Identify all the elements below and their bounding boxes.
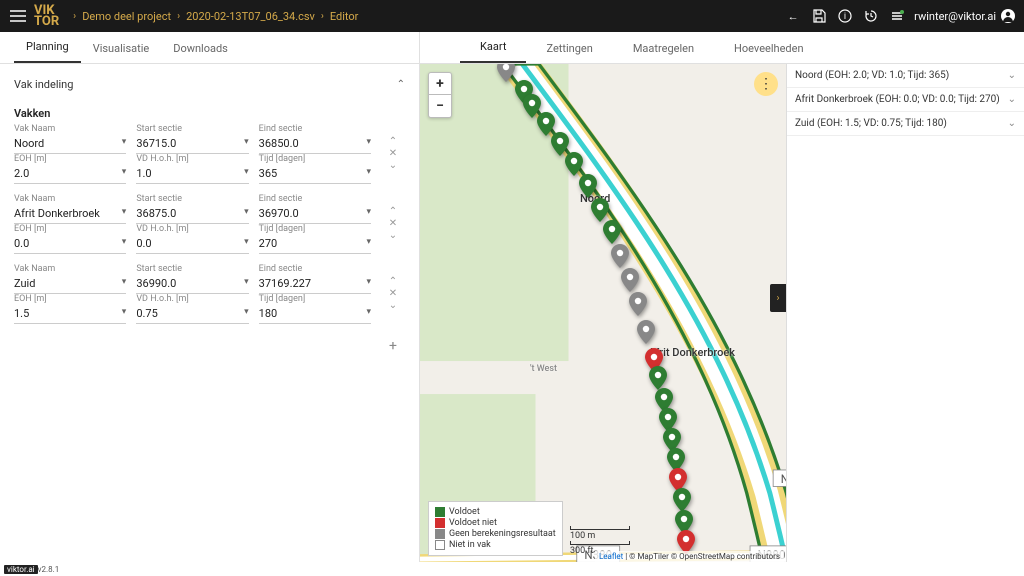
info-panel: Noord (EOH: 2.0; VD: 1.0; Tijd: 365)⌄ Af…: [786, 64, 1024, 562]
collapse-info-button[interactable]: ›: [770, 284, 786, 312]
left-tabs: Planning Visualisatie Downloads: [0, 32, 419, 64]
field-label: Tijd [dagen]: [259, 224, 371, 234]
save-icon[interactable]: [806, 3, 832, 29]
field-label: VD H.o.h. [m]: [136, 294, 248, 304]
tab-downloads[interactable]: Downloads: [161, 34, 240, 63]
chevron-right-icon: ›: [177, 11, 180, 22]
chevron-down-icon: ⌄: [1008, 94, 1016, 105]
start-sectie-input[interactable]: 36875.0: [136, 205, 248, 224]
info-icon[interactable]: i: [832, 3, 858, 29]
field-label: Tijd [dagen]: [259, 154, 371, 164]
move-down-icon[interactable]: ⌄: [389, 301, 397, 311]
field-label: EOH [m]: [14, 154, 126, 164]
vd-input[interactable]: 0.0: [136, 235, 248, 254]
tab-zettingen[interactable]: Zettingen: [526, 34, 612, 63]
right-tabs: Kaart Zettingen Maatregelen Hoeveelheden: [420, 32, 1024, 64]
zoom-control: + −: [428, 72, 452, 118]
tijd-input[interactable]: 365: [259, 165, 371, 184]
map-pin[interactable]: [497, 64, 515, 86]
chevron-down-icon: ⌄: [1008, 70, 1016, 81]
field-label: VD H.o.h. [m]: [136, 224, 248, 234]
field-label: Vak Naam: [14, 264, 126, 274]
svg-text:i: i: [844, 12, 846, 22]
map-menu-button[interactable]: ⋮: [754, 72, 778, 96]
vak-row: Vak NaamNoord Start sectie36715.0 Eind s…: [14, 124, 405, 184]
close-icon[interactable]: ✕: [389, 149, 397, 159]
tijd-input[interactable]: 180: [259, 305, 371, 324]
info-row-zuid[interactable]: Zuid (EOH: 1.5; VD: 0.75; Tijd: 180)⌄: [787, 112, 1024, 136]
top-bar: VIKTOR › Demo deel project › 2020-02-13T…: [0, 0, 1024, 32]
field-label: Eind sectie: [259, 124, 371, 134]
field-label: Eind sectie: [259, 194, 371, 204]
eind-sectie-input[interactable]: 37169.227: [259, 275, 371, 294]
eoh-input[interactable]: 1.5: [14, 305, 126, 324]
vak-naam-input[interactable]: Zuid: [14, 275, 126, 294]
tab-hoeveelheden[interactable]: Hoeveelheden: [714, 34, 824, 63]
logo: VIKTOR: [34, 4, 59, 28]
field-label: Start sectie: [136, 194, 248, 204]
vd-input[interactable]: 0.75: [136, 305, 248, 324]
history-icon[interactable]: [858, 3, 884, 29]
map-pin[interactable]: [637, 320, 655, 348]
vd-input[interactable]: 1.0: [136, 165, 248, 184]
map[interactable]: N380 N380 N381 Noord Afrit Donkerbroek '…: [420, 64, 1024, 562]
map-label-west: 't West: [530, 364, 557, 374]
chevron-right-icon: ›: [73, 11, 76, 22]
field-label: VD H.o.h. [m]: [136, 154, 248, 164]
move-up-icon[interactable]: ⌃: [389, 207, 397, 217]
vak-naam-input[interactable]: Noord: [14, 135, 126, 154]
chevron-up-icon: ⌃: [397, 79, 405, 90]
tab-kaart[interactable]: Kaart: [460, 32, 526, 63]
move-up-icon[interactable]: ⌃: [389, 277, 397, 287]
move-up-icon[interactable]: ⌃: [389, 137, 397, 147]
breadcrumb-0[interactable]: Demo deel project: [82, 10, 171, 23]
field-label: Tijd [dagen]: [259, 294, 371, 304]
vak-naam-input[interactable]: Afrit Donkerbroek: [14, 205, 126, 224]
field-label: Start sectie: [136, 124, 248, 134]
zoom-out-button[interactable]: −: [429, 95, 451, 117]
start-sectie-input[interactable]: 36715.0: [136, 135, 248, 154]
eind-sectie-input[interactable]: 36850.0: [259, 135, 371, 154]
chevron-down-icon: ⌄: [1008, 118, 1016, 129]
add-vak-button[interactable]: +: [14, 334, 405, 358]
map-pin[interactable]: [629, 292, 647, 320]
hamburger-icon[interactable]: [8, 6, 28, 26]
field-label: EOH [m]: [14, 224, 126, 234]
left-panel: Planning Visualisatie Downloads Vak inde…: [0, 32, 420, 562]
breadcrumb-1[interactable]: 2020-02-13T07_06_34.csv: [186, 10, 315, 23]
user-menu[interactable]: rwinter@viktor.ai: [914, 8, 1016, 24]
eind-sectie-input[interactable]: 36970.0: [259, 205, 371, 224]
tijd-input[interactable]: 270: [259, 235, 371, 254]
close-icon[interactable]: ✕: [389, 289, 397, 299]
map-attribution: Leaflet | © MapTiler © OpenStreetMap con…: [595, 551, 784, 562]
field-label: Vak Naam: [14, 194, 126, 204]
field-label: Eind sectie: [259, 264, 371, 274]
close-icon[interactable]: ✕: [389, 219, 397, 229]
section-vak-indeling[interactable]: Vak indeling⌃: [14, 74, 405, 101]
info-row-noord[interactable]: Noord (EOH: 2.0; VD: 1.0; Tijd: 365)⌄: [787, 64, 1024, 88]
map-legend: Voldoet Voldoet niet Geen berekeningsres…: [428, 501, 563, 556]
breadcrumb-2[interactable]: Editor: [330, 10, 359, 23]
info-row-afrit[interactable]: Afrit Donkerbroek (EOH: 0.0; VD: 0.0; Ti…: [787, 88, 1024, 112]
tab-visualisatie[interactable]: Visualisatie: [81, 34, 162, 63]
queue-icon[interactable]: [884, 3, 910, 29]
tab-maatregelen[interactable]: Maatregelen: [613, 34, 714, 63]
back-icon[interactable]: ←: [780, 3, 806, 29]
vakken-heading: Vakken: [14, 107, 405, 120]
vak-row: Vak NaamZuid Start sectie36990.0 Eind se…: [14, 264, 405, 324]
right-panel: Kaart Zettingen Maatregelen Hoeveelheden: [420, 32, 1024, 562]
start-sectie-input[interactable]: 36990.0: [136, 275, 248, 294]
field-label: EOH [m]: [14, 294, 126, 304]
eoh-input[interactable]: 2.0: [14, 165, 126, 184]
move-down-icon[interactable]: ⌄: [389, 231, 397, 241]
eoh-input[interactable]: 0.0: [14, 235, 126, 254]
footer: viktor.ai v2.8.1: [0, 562, 1024, 576]
zoom-in-button[interactable]: +: [429, 73, 451, 95]
tab-planning[interactable]: Planning: [14, 32, 81, 63]
move-down-icon[interactable]: ⌄: [389, 161, 397, 171]
field-label: Vak Naam: [14, 124, 126, 134]
vak-row: Vak NaamAfrit Donkerbroek Start sectie36…: [14, 194, 405, 254]
field-label: Start sectie: [136, 264, 248, 274]
chevron-right-icon: ›: [321, 11, 324, 22]
